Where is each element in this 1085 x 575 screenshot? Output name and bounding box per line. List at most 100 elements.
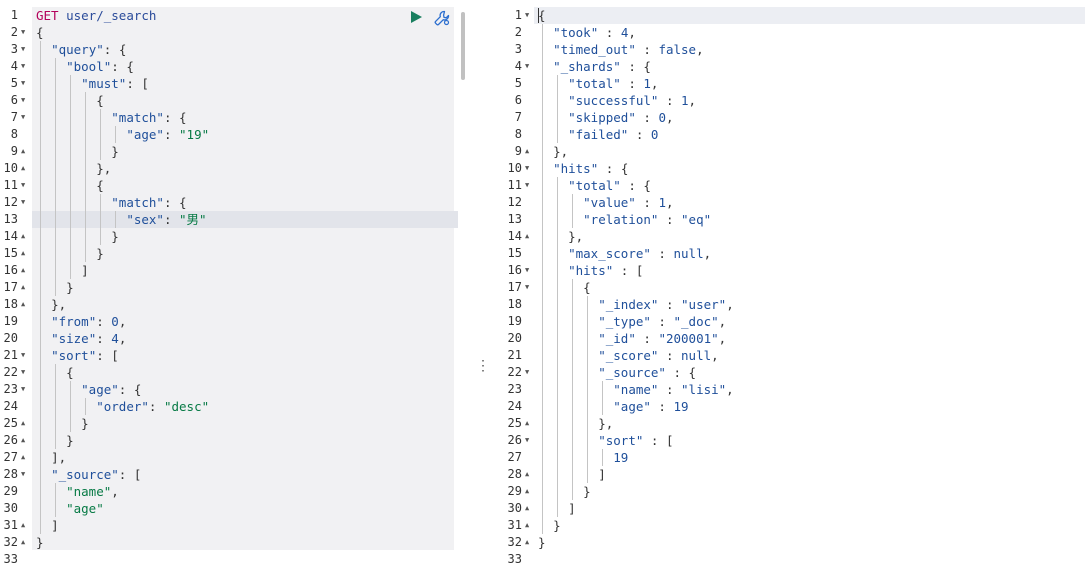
code-line[interactable]: }, [534,228,1085,245]
code-line[interactable]: 19 [534,449,1085,466]
code-line[interactable]: "_index" : "user", [534,296,1085,313]
fold-arrow-down-icon[interactable]: ▼ [21,92,25,109]
fold-arrow-down-icon[interactable]: ▼ [21,381,25,398]
request-options-button[interactable] [433,9,451,27]
fold-arrow-up-icon[interactable]: ▲ [525,415,529,432]
code-line[interactable]: "took" : 4, [534,24,1085,41]
fold-arrow-down-icon[interactable]: ▼ [21,177,25,194]
code-line[interactable]: { [534,7,1085,24]
code-line[interactable]: "_score" : null, [534,347,1085,364]
code-line[interactable]: "successful" : 1, [534,92,1085,109]
code-line[interactable]: { [32,24,458,41]
fold-arrow-down-icon[interactable]: ▼ [525,262,529,279]
code-line[interactable]: "value" : 1, [534,194,1085,211]
fold-arrow-up-icon[interactable]: ▲ [525,466,529,483]
code-line[interactable] [32,551,458,568]
code-line[interactable]: "_type" : "_doc", [534,313,1085,330]
code-line[interactable]: "sort": [ [32,347,458,364]
code-line[interactable]: "match": { [32,194,458,211]
code-line[interactable]: "age" [32,500,458,517]
fold-arrow-up-icon[interactable]: ▲ [21,228,25,245]
code-line[interactable]: "from": 0, [32,313,458,330]
code-line[interactable]: ], [32,449,458,466]
code-line[interactable]: "must": [ [32,75,458,92]
code-line[interactable]: }, [32,296,458,313]
response-viewer[interactable]: 1 ▼ 2 3 4 ▼ 5 6 7 8 9 ▲ 10 ▼ 11 ▼ 12 13 14 ▲ 15 16 ▼ 17 ▼ 18 19 20 2… [486,0,1085,575]
fold-arrow-down-icon[interactable]: ▼ [21,364,25,381]
fold-arrow-up-icon[interactable]: ▲ [21,534,25,551]
code-line[interactable]: "total" : { [534,177,1085,194]
fold-arrow-down-icon[interactable]: ▼ [525,177,529,194]
panel-resize-handle[interactable]: ⋮ [476,358,490,374]
fold-arrow-up-icon[interactable]: ▲ [21,449,25,466]
fold-arrow-up-icon[interactable]: ▲ [21,415,25,432]
fold-arrow-up-icon[interactable]: ▲ [525,534,529,551]
fold-arrow-up-icon[interactable]: ▲ [21,245,25,262]
code-line[interactable]: "order": "desc" [32,398,458,415]
fold-arrow-down-icon[interactable]: ▼ [21,466,25,483]
code-line[interactable]: "_id" : "200001", [534,330,1085,347]
code-line[interactable]: "_source": [ [32,466,458,483]
code-line[interactable]: "hits" : { [534,160,1085,177]
fold-arrow-down-icon[interactable]: ▼ [525,432,529,449]
fold-arrow-up-icon[interactable]: ▲ [21,432,25,449]
code-line[interactable]: } [32,245,458,262]
fold-arrow-down-icon[interactable]: ▼ [21,41,25,58]
fold-arrow-up-icon[interactable]: ▲ [525,517,529,534]
code-line[interactable]: } [32,279,458,296]
code-line[interactable]: }, [534,415,1085,432]
code-line[interactable]: "age": "19" [32,126,458,143]
code-line[interactable]: ] [32,517,458,534]
code-line[interactable]: "hits" : [ [534,262,1085,279]
code-line[interactable]: "total" : 1, [534,75,1085,92]
response-code-area[interactable]: { "took" : 4, "timed_out" : false, "_sha… [534,0,1085,575]
code-line[interactable]: } [32,432,458,449]
code-line[interactable]: } [32,534,458,551]
code-line[interactable]: "skipped" : 0, [534,109,1085,126]
code-line[interactable]: "timed_out" : false, [534,41,1085,58]
code-line[interactable]: GET user/_search [32,7,458,24]
code-line[interactable]: "failed" : 0 [534,126,1085,143]
code-line[interactable]: } [534,534,1085,551]
code-line[interactable]: "_shards" : { [534,58,1085,75]
code-line[interactable]: "name" : "lisi", [534,381,1085,398]
fold-arrow-up-icon[interactable]: ▲ [21,262,25,279]
code-line[interactable] [534,551,1085,568]
code-line[interactable]: ] [534,466,1085,483]
request-editor[interactable]: 1 2 ▼ 3 ▼ 4 ▼ 5 ▼ 6 ▼ 7 ▼ 8 9 ▲ 10 ▲ 11 ▼ 12 ▼ 13 14 ▲ 15 ▲ 16 ▲ 17 ▲ 1… [0,0,470,575]
code-line[interactable]: "query": { [32,41,458,58]
fold-arrow-up-icon[interactable]: ▲ [525,228,529,245]
request-scrollbar[interactable] [461,12,465,80]
code-line[interactable]: }, [534,143,1085,160]
fold-arrow-up-icon[interactable]: ▲ [525,483,529,500]
fold-arrow-up-icon[interactable]: ▲ [21,143,25,160]
code-line[interactable]: } [534,483,1085,500]
code-line[interactable]: } [32,415,458,432]
fold-arrow-down-icon[interactable]: ▼ [21,24,25,41]
code-line[interactable]: ] [534,500,1085,517]
code-line[interactable]: }, [32,160,458,177]
fold-arrow-down-icon[interactable]: ▼ [525,160,529,177]
run-button[interactable] [408,9,424,25]
fold-arrow-up-icon[interactable]: ▲ [21,160,25,177]
fold-arrow-up-icon[interactable]: ▲ [525,143,529,160]
code-line[interactable]: } [534,517,1085,534]
code-line[interactable]: "relation" : "eq" [534,211,1085,228]
code-line[interactable]: { [32,177,458,194]
code-line[interactable]: "match": { [32,109,458,126]
fold-arrow-down-icon[interactable]: ▼ [21,58,25,75]
code-line[interactable]: "age" : 19 [534,398,1085,415]
code-line[interactable]: "sort" : [ [534,432,1085,449]
fold-arrow-down-icon[interactable]: ▼ [21,75,25,92]
fold-arrow-up-icon[interactable]: ▲ [21,296,25,313]
fold-arrow-down-icon[interactable]: ▼ [21,194,25,211]
fold-arrow-up-icon[interactable]: ▲ [21,517,25,534]
code-line[interactable]: { [32,92,458,109]
request-code-area[interactable]: GET user/_search{ "query": { "bool": { "… [32,0,458,575]
code-line[interactable]: "bool": { [32,58,458,75]
code-line[interactable]: "sex": "男" [32,211,458,228]
fold-arrow-up-icon[interactable]: ▲ [21,279,25,296]
code-line[interactable]: ] [32,262,458,279]
code-line[interactable]: } [32,143,458,160]
code-line[interactable]: "_source" : { [534,364,1085,381]
